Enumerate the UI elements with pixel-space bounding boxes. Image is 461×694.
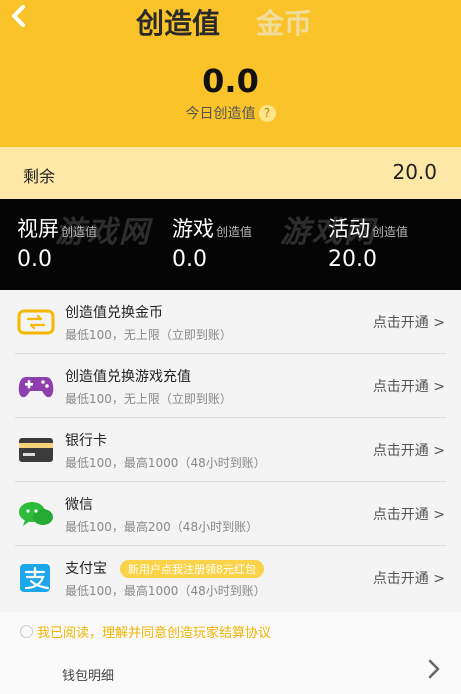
bottom-panel: 我已阅读，理解并同意创造玩家结算协议 钱包明细 bbox=[0, 612, 461, 694]
stats-panel: 游戏网 游戏网 视屏 创造值 0.0 游戏 创造值 0.0 活动 创造值 20.0 bbox=[0, 199, 461, 290]
open-button[interactable]: 点击开通 > bbox=[373, 568, 445, 588]
remaining-bar: 剩余 20.0 bbox=[0, 147, 461, 199]
checkbox-circle-icon[interactable] bbox=[20, 625, 33, 638]
list-item-bank-card[interactable]: 银行卡 最低100，最高1000（48小时到账） 点击开通 > bbox=[0, 418, 461, 482]
today-create-value: 0.0 bbox=[202, 62, 259, 100]
tab-create-value[interactable]: 创造值 bbox=[136, 2, 220, 42]
open-button[interactable]: 点击开通 > bbox=[373, 376, 445, 396]
stat-video: 视屏 创造值 0.0 bbox=[17, 213, 97, 272]
today-label-text: 今日创造值 bbox=[185, 106, 256, 122]
promo-badge[interactable]: 新用户点我注册领8元红包 bbox=[120, 560, 264, 578]
list-item-game-recharge[interactable]: 创造值兑换游戏充值 最低100，无上限（立即到账） 点击开通 > bbox=[0, 354, 461, 418]
remaining-label: 剩余 bbox=[23, 167, 56, 186]
list-item-title: 微信 bbox=[65, 497, 93, 513]
bank-card-icon bbox=[19, 438, 53, 462]
wechat-icon bbox=[19, 502, 53, 526]
open-button[interactable]: 点击开通 > bbox=[373, 312, 445, 332]
list-item-desc: 最低100，最高200（48小时到账） bbox=[65, 520, 259, 534]
list-item-title: 创造值兑换游戏充值 bbox=[65, 369, 191, 385]
header: 创造值 金币 0.0 今日创造值? bbox=[0, 0, 461, 147]
list-item-desc: 最低100，最高1000（48小时到账） bbox=[65, 584, 266, 598]
stat-activity-value: 20.0 bbox=[328, 247, 377, 272]
today-create-value-label: 今日创造值? bbox=[0, 103, 461, 123]
alipay-icon bbox=[20, 564, 50, 592]
stat-game: 游戏 创造值 0.0 bbox=[172, 213, 252, 272]
open-button[interactable]: 点击开通 > bbox=[373, 504, 445, 524]
list-item-desc: 最低100，无上限（立即到账） bbox=[65, 392, 232, 406]
back-arrow-icon[interactable] bbox=[8, 2, 30, 30]
stat-game-tag: 创造值 bbox=[216, 225, 253, 239]
list-item-title: 创造值兑换金币 bbox=[65, 305, 163, 321]
chevron-right-icon[interactable] bbox=[427, 658, 441, 680]
list-item-desc: 最低100，最高1000（48小时到账） bbox=[65, 456, 266, 470]
list-item-alipay[interactable]: 支付宝 新用户点我注册领8元红包 最低100，最高1000（48小时到账） 点击… bbox=[0, 546, 461, 610]
help-icon[interactable]: ? bbox=[258, 105, 276, 122]
coin-exchange-icon bbox=[17, 309, 55, 335]
agreement-text[interactable]: 我已阅读，理解并同意创造玩家结算协议 bbox=[37, 626, 271, 641]
gamepad-icon bbox=[18, 377, 54, 398]
list-item-coin-exchange[interactable]: 创造值兑换金币 最低100，无上限（立即到账） 点击开通 > bbox=[0, 290, 461, 354]
wallet-detail-link[interactable]: 钱包明细 bbox=[62, 665, 114, 684]
list-item-title: 支付宝 bbox=[65, 561, 107, 577]
stat-video-tag: 创造值 bbox=[61, 225, 98, 239]
agreement-checkbox[interactable]: 我已阅读，理解并同意创造玩家结算协议 bbox=[20, 622, 271, 641]
list-item-title: 银行卡 bbox=[65, 433, 107, 449]
stat-video-value: 0.0 bbox=[17, 247, 52, 272]
remaining-value: 20.0 bbox=[392, 160, 437, 184]
stat-activity: 活动 创造值 20.0 bbox=[328, 213, 408, 272]
stat-video-name: 视屏 bbox=[17, 217, 59, 241]
list-item-desc: 最低100，无上限（立即到账） bbox=[65, 328, 232, 342]
stat-activity-tag: 创造值 bbox=[372, 225, 409, 239]
stat-activity-name: 活动 bbox=[328, 217, 370, 241]
open-button[interactable]: 点击开通 > bbox=[373, 440, 445, 460]
withdraw-options-list: 创造值兑换金币 最低100，无上限（立即到账） 点击开通 > 创造值兑换游戏充值… bbox=[0, 290, 461, 612]
stat-game-name: 游戏 bbox=[172, 217, 214, 241]
list-item-wechat[interactable]: 微信 最低100，最高200（48小时到账） 点击开通 > bbox=[0, 482, 461, 546]
tab-coins[interactable]: 金币 bbox=[256, 2, 312, 42]
stat-game-value: 0.0 bbox=[172, 247, 207, 272]
